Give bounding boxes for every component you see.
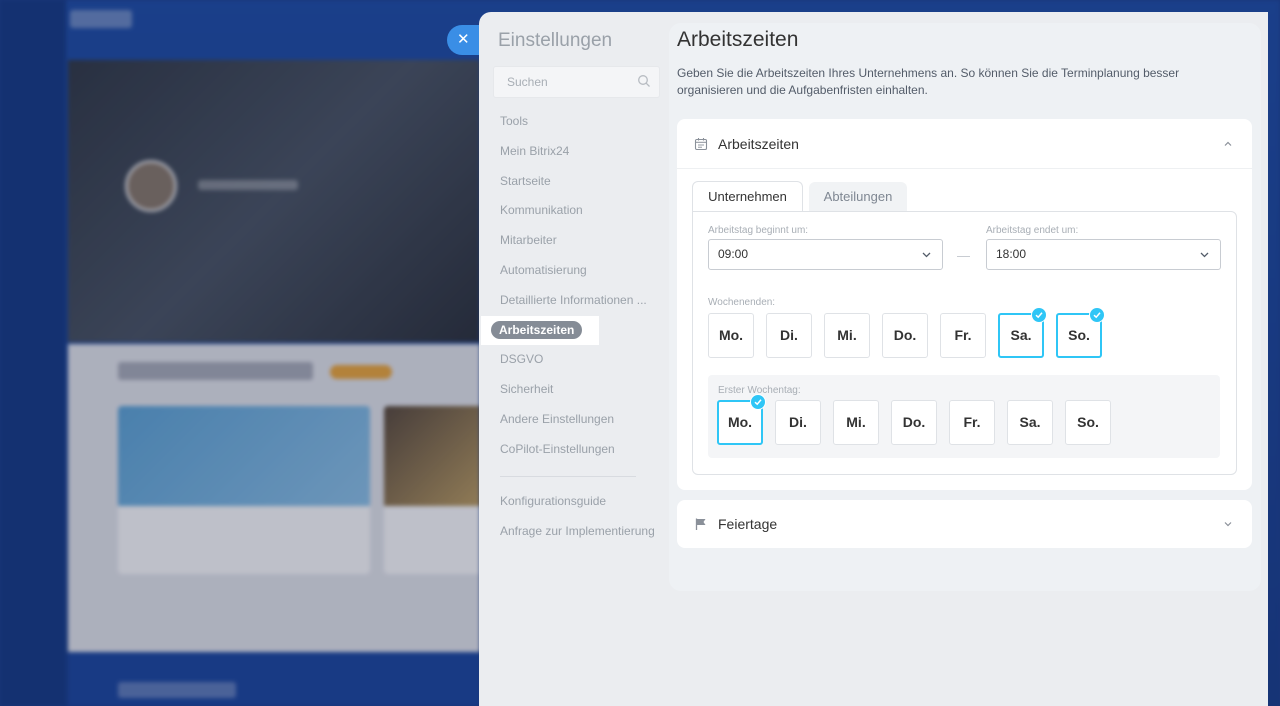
search-input[interactable] [494, 67, 634, 97]
search-icon[interactable] [637, 74, 651, 88]
nav-item-andere-einstellungen[interactable]: Andere Einstellungen [481, 405, 669, 435]
settings-nav-secondary: Konfigurationsguide Anfrage zur Implemen… [481, 487, 669, 547]
calendar-icon [694, 138, 708, 151]
nav-item-mein-bitrix24[interactable]: Mein Bitrix24 [481, 137, 669, 167]
nav-item-kommunikation[interactable]: Kommunikation [481, 196, 669, 226]
chevron-down-icon[interactable] [1222, 518, 1234, 530]
check-icon [750, 394, 766, 410]
weekend-day-3[interactable]: Do. [882, 313, 928, 358]
nav-item-anfrage-implementierung[interactable]: Anfrage zur Implementierung [481, 517, 669, 547]
holidays-card[interactable]: Feiertage [677, 500, 1252, 548]
settings-title: Einstellungen [498, 30, 613, 51]
chevron-down-icon [1200, 252, 1209, 258]
weekend-day-0[interactable]: Mo. [708, 313, 754, 358]
working-hours-card-header[interactable]: Arbeitszeiten [677, 119, 1252, 169]
nav-item-dsgvo[interactable]: DSGVO [481, 345, 669, 375]
first-weekday-5[interactable]: Sa. [1007, 400, 1053, 445]
nav-item-automatisierung[interactable]: Automatisierung [481, 256, 669, 286]
start-time-select[interactable]: 09:00 [708, 239, 943, 270]
nav-item-detaillierte-informationen[interactable]: Detaillierte Informationen ... [481, 286, 669, 316]
end-time-value: 18:00 [996, 247, 1027, 261]
nav-item-tools[interactable]: Tools [481, 107, 669, 137]
nav-divider [500, 476, 636, 477]
flag-icon [695, 518, 706, 530]
page-title: Arbeitszeiten [677, 28, 799, 51]
nav-item-label: Arbeitszeiten [491, 320, 583, 339]
end-time-select[interactable]: 18:00 [986, 239, 1221, 270]
working-hours-card-title: Arbeitszeiten [718, 136, 799, 152]
settings-nav: Tools Mein Bitrix24 Startseite Kommunika… [481, 107, 669, 465]
page-description: Geben Sie die Arbeitszeiten Ihres Untern… [677, 66, 1180, 97]
tab-unternehmen[interactable]: Unternehmen [692, 181, 803, 211]
first-weekday-4[interactable]: Fr. [949, 400, 995, 445]
nav-item-arbeitszeiten[interactable]: Arbeitszeiten [481, 315, 599, 346]
weekend-day-1[interactable]: Di. [766, 313, 812, 358]
first-weekday-6[interactable]: So. [1065, 400, 1111, 445]
settings-search[interactable] [493, 66, 660, 98]
nav-item-mitarbeiter[interactable]: Mitarbeiter [481, 226, 669, 256]
check-icon [1031, 307, 1047, 323]
nav-item-startseite[interactable]: Startseite [481, 167, 669, 197]
first-weekday-1[interactable]: Di. [775, 400, 821, 445]
weekend-day-2[interactable]: Mi. [824, 313, 870, 358]
chevron-down-icon [922, 252, 931, 258]
close-icon: ✕ [457, 31, 470, 48]
holidays-card-title: Feiertage [718, 516, 778, 532]
weekend-day-4[interactable]: Fr. [940, 313, 986, 358]
start-time-value: 09:00 [718, 247, 749, 261]
nav-item-copilot-einstellungen[interactable]: CoPilot-Einstellungen [481, 435, 669, 465]
weekends-label: Wochenenden: [708, 297, 776, 308]
chevron-up-icon[interactable] [1222, 138, 1234, 150]
first-weekday-2[interactable]: Mi. [833, 400, 879, 445]
end-time-label: Arbeitstag endet um: [986, 225, 1079, 236]
first-weekday-3[interactable]: Do. [891, 400, 937, 445]
start-time-label: Arbeitstag beginnt um: [708, 225, 809, 236]
nav-item-sicherheit[interactable]: Sicherheit [481, 375, 669, 405]
nav-item-konfigurationsguide[interactable]: Konfigurationsguide [481, 487, 669, 517]
card-divider [677, 168, 1252, 169]
tab-abteilungen[interactable]: Abteilungen [809, 182, 907, 212]
check-icon [1089, 307, 1105, 323]
time-range-dash [957, 256, 970, 257]
